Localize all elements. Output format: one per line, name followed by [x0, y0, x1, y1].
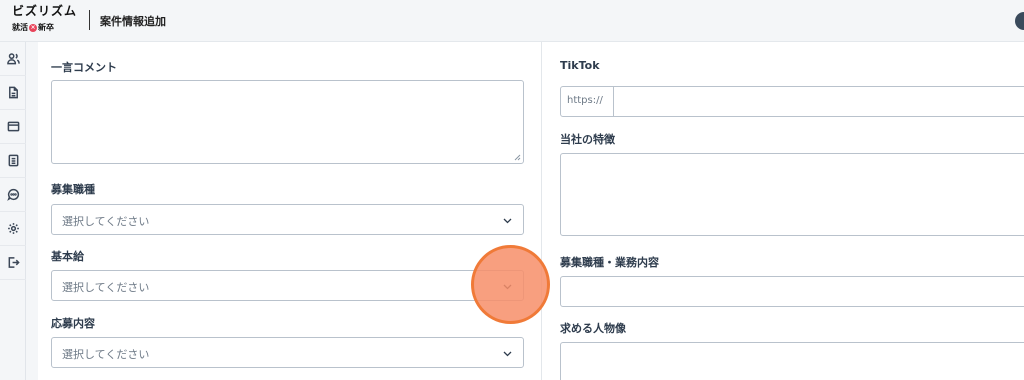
tiktok-label: TikTok: [560, 59, 600, 72]
sidebar-document-icon[interactable]: [0, 76, 26, 110]
app-logo[interactable]: ビズリズム 就活 × 新卒: [12, 4, 82, 38]
tiktok-url-input[interactable]: https://: [560, 86, 1024, 117]
url-prefix: https://: [561, 87, 614, 116]
sidebar-gear-icon[interactable]: [0, 212, 26, 246]
chevron-down-icon: [503, 218, 512, 224]
sidebar-users-icon[interactable]: [0, 42, 26, 76]
application-label: 応募内容: [51, 317, 95, 330]
job-type-label: 募集職種: [51, 183, 95, 196]
account-avatar[interactable]: [1015, 12, 1024, 30]
chevron-down-icon: [503, 351, 512, 357]
job-detail-input[interactable]: [560, 276, 1024, 307]
logo-cross-icon: ×: [29, 23, 37, 32]
header-divider: [89, 10, 90, 30]
job-type-select[interactable]: 選択してください: [51, 204, 524, 235]
base-salary-placeholder: 選択してください: [62, 281, 150, 294]
page-title: 案件情報追加: [100, 15, 166, 28]
ideal-candidate-textarea[interactable]: [560, 342, 1024, 380]
sidebar-card-icon[interactable]: [0, 110, 26, 144]
base-salary-label: 基本給: [51, 250, 84, 263]
comment-label: 一言コメント: [51, 61, 117, 74]
application-placeholder: 選択してください: [62, 348, 150, 361]
comment-textarea[interactable]: [51, 80, 524, 164]
column-divider: [541, 42, 542, 380]
job-detail-label: 募集職種・業務内容: [560, 256, 659, 269]
base-salary-select[interactable]: 選択してください: [51, 270, 524, 301]
logo-wordmark: ビズリズム: [12, 4, 78, 18]
sidebar-logout-icon[interactable]: [0, 246, 26, 280]
url-prefix-text: https://: [567, 95, 603, 106]
features-label: 当社の特徴: [560, 133, 615, 146]
logo-subtitle: 就活 × 新卒: [12, 22, 54, 33]
ideal-candidate-label: 求める人物像: [560, 322, 626, 335]
resize-handle-icon[interactable]: [514, 154, 521, 161]
features-textarea[interactable]: [560, 153, 1024, 236]
logo-sub-right: 新卒: [38, 23, 54, 32]
job-type-placeholder: 選択してください: [62, 215, 150, 228]
app-header: ビズリズム 就活 × 新卒 案件情報追加: [0, 0, 1024, 42]
sidebar-chat-icon[interactable]: [0, 178, 26, 212]
sidebar-list-document-icon[interactable]: [0, 144, 26, 178]
logo-sub-left: 就活: [12, 23, 28, 32]
touch-indicator: [471, 245, 550, 324]
sidebar: [0, 42, 26, 380]
content-gutter: [26, 42, 38, 380]
application-select[interactable]: 選択してください: [51, 337, 524, 368]
